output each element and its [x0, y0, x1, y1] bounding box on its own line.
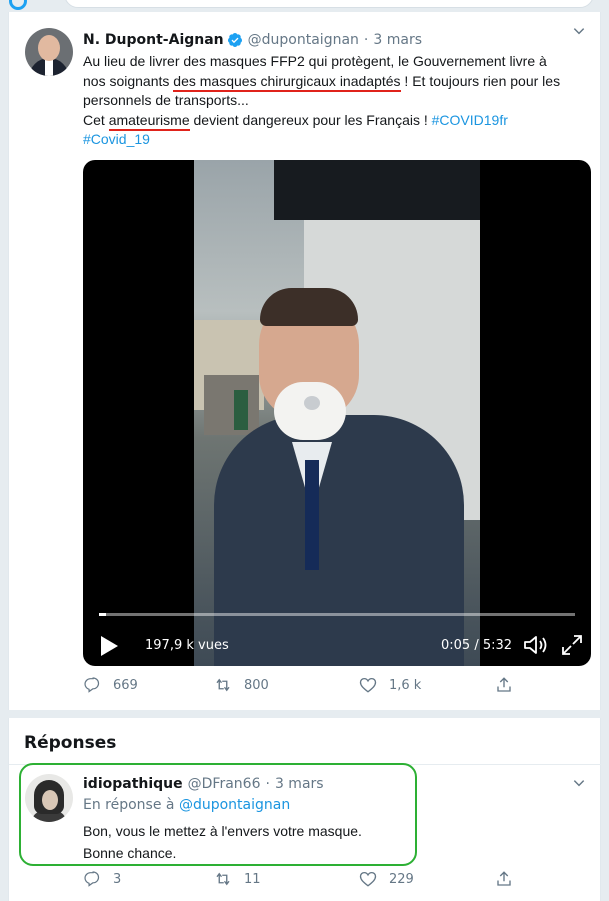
retweet-button[interactable]: 800	[214, 676, 269, 694]
reply-count: 669	[113, 677, 138, 693]
twitter-logo-icon[interactable]	[9, 0, 27, 10]
top-bar	[0, 0, 609, 12]
video-frame	[194, 160, 480, 666]
verified-badge-icon	[227, 33, 242, 47]
tweet-text: Au lieu de livrer des masques FFP2 qui p…	[83, 52, 595, 150]
tweet-text-line: personnels de transports...	[83, 92, 249, 108]
like-count: 229	[389, 871, 414, 887]
tweet-text-line: nos soignants des masques chirurgicaux i…	[83, 72, 595, 92]
share-button[interactable]	[495, 870, 525, 888]
reply-icon	[84, 871, 100, 887]
separator-dot: ·	[363, 32, 369, 48]
chevron-down-icon[interactable]	[572, 776, 586, 790]
like-button[interactable]: 229	[359, 870, 414, 888]
like-count: 1,6 k	[389, 677, 422, 693]
reply-icon	[84, 677, 100, 693]
like-button[interactable]: 1,6 k	[359, 676, 421, 694]
volume-icon[interactable]	[523, 634, 549, 656]
tweet-text-line: Cet amateurisme devient dangereux pour l…	[83, 111, 595, 131]
highlighted-word: amateurisme	[108, 111, 190, 131]
hashtag-link[interactable]: #Covid_19	[83, 131, 150, 147]
retweet-button[interactable]: 11	[214, 870, 261, 888]
author-avatar[interactable]	[25, 28, 73, 76]
annotation-highlight-box	[19, 763, 417, 866]
retweet-icon	[216, 678, 230, 692]
tweet-actions: 669 800 1,6 k	[83, 676, 595, 698]
fullscreen-icon[interactable]	[561, 634, 583, 656]
video-progress-fill	[99, 613, 107, 616]
author-handle[interactable]: @dupontaignan	[248, 32, 359, 48]
reply-button[interactable]: 3	[83, 870, 121, 888]
reply-actions: 3 11 229	[83, 870, 595, 892]
tweet-header: N. Dupont-Aignan @dupontaignan · 3 mars	[83, 30, 422, 50]
reply-count: 3	[113, 871, 122, 887]
hashtag-link[interactable]: #COVID19fr	[432, 112, 508, 128]
author-name[interactable]: N. Dupont-Aignan	[83, 32, 224, 48]
search-input[interactable]	[64, 0, 594, 8]
retweet-icon	[216, 872, 230, 886]
share-icon	[497, 871, 511, 886]
share-button[interactable]	[495, 676, 525, 694]
replies-heading: Réponses	[24, 733, 117, 753]
like-icon	[359, 677, 377, 693]
tweet-card: N. Dupont-Aignan @dupontaignan · 3 mars …	[8, 12, 601, 710]
chevron-down-icon[interactable]	[572, 24, 586, 38]
play-icon[interactable]	[99, 635, 119, 657]
share-icon	[497, 677, 511, 692]
video-player[interactable]: 197,9 k vues 0:05 / 5:32	[83, 160, 591, 666]
highlighted-phrase: des masques chirurgicaux inadaptés	[173, 72, 401, 92]
tweet-text-line: Au lieu de livrer des masques FFP2 qui p…	[83, 53, 547, 69]
retweet-count: 800	[244, 677, 269, 693]
replies-section: Réponses idiopathique @DFran66 · 3 mars …	[8, 718, 602, 901]
like-icon	[359, 871, 377, 887]
retweet-count: 11	[244, 871, 261, 887]
video-progress-bar[interactable]	[99, 613, 575, 616]
video-view-count: 197,9 k vues	[145, 638, 229, 653]
reply-button[interactable]: 669	[83, 676, 138, 694]
video-time: 0:05 / 5:32	[441, 638, 513, 653]
tweet-date[interactable]: 3 mars	[373, 32, 422, 48]
tweet-text-line: #Covid_19	[83, 130, 595, 150]
